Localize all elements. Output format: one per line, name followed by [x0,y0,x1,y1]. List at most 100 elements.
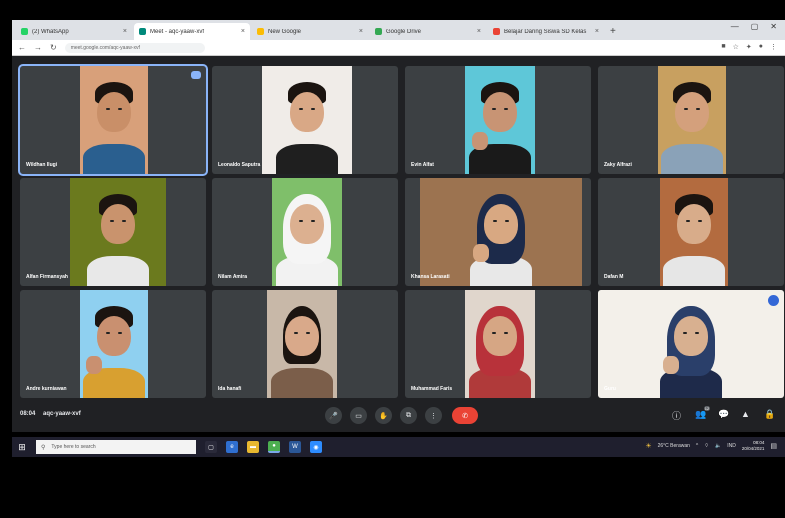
participant-name: Evin Alfat [411,162,434,168]
participant-name: Zaky Alfrazi [604,162,632,168]
tab-close-icon[interactable]: × [359,28,363,35]
url-field[interactable]: meet.google.com/aqc-yaaw-xvf [64,42,205,53]
eye [122,220,126,222]
camera-permission-icon[interactable]: ■ [721,43,725,51]
notification-icon[interactable]: ▤ [770,442,777,450]
participant-face [285,316,319,356]
participant-video [267,290,337,398]
participant-tile[interactable]: Ida hanafi [212,290,398,398]
participant-body [271,368,333,398]
more-button[interactable]: ⋮ [425,407,442,424]
present-button[interactable]: ⧉ [400,407,417,424]
volume-icon[interactable]: 🔈 [715,443,721,449]
participant-body [87,256,149,286]
phone-hangup-icon: ✆ [462,412,468,420]
browser-tab[interactable]: Google Drive × [370,23,486,40]
start-button[interactable]: ⊞ [14,442,30,453]
browser-tab[interactable]: New Google × [252,23,368,40]
eye [493,220,497,222]
browser-tab[interactable]: Meet - aqc-yaaw-xvf × [134,23,250,40]
weather-icon[interactable]: ☀ [645,442,651,450]
camera-icon: ▭ [355,412,362,420]
tab-title: Belajar Daring Siswa SD Kelas [504,28,587,35]
search-placeholder: Type here to search [51,444,96,450]
clock-date: 20/04/2021 [741,446,765,451]
taskbar-clock[interactable]: 08:04 20/04/2021 [742,440,765,452]
chevron-up-icon[interactable]: ^ [696,443,698,449]
tab-favicon-icon [21,28,28,35]
participant-tile[interactable]: Evin Alfat [405,66,591,174]
eye [118,108,122,110]
weather-text[interactable]: 26°C Berawan [658,443,690,449]
camera-button[interactable]: ▭ [350,407,367,424]
participant-tile[interactable]: Leonaldo Saputra [212,66,398,174]
menu-kebab-icon[interactable]: ⋮ [770,43,777,51]
chat-button[interactable]: 💬 [718,409,729,420]
tab-close-icon[interactable]: × [241,28,245,35]
participant-face [290,92,324,132]
participant-name: Guru [604,386,616,392]
participant-tile[interactable]: Muhammad Faris [405,290,591,398]
raise-hand-button[interactable]: ✋ [375,407,392,424]
taskbar-app-zoom-icon[interactable]: ◉ [310,441,322,453]
meet-video-grid: Wildhan Ilugi Leonaldo Saputra Evin Alfat Z… [12,56,785,432]
participant-name: Alfan Firmansyah [26,274,68,280]
taskbar-search-input[interactable]: ⚲ Type here to search [36,440,196,454]
participant-face [484,204,518,244]
activities-button[interactable]: ▲ [741,409,750,419]
language-indicator[interactable]: IND [727,443,736,449]
eye [683,332,687,334]
maximize-icon[interactable]: ▢ [751,22,759,31]
taskbar-app-file-explorer-icon[interactable]: ▬ [247,441,259,453]
participant-tile[interactable]: Wildhan Ilugi [18,64,208,176]
taskbar-app-task-view-icon[interactable]: ▢ [205,441,217,453]
tab-close-icon[interactable]: × [595,28,599,35]
tab-close-icon[interactable]: × [477,28,481,35]
participant-tile[interactable]: Andre kurniawan [20,290,206,398]
url-text: meet.google.com/aqc-yaaw-xvf [70,44,140,51]
network-icon[interactable]: ⌔ [704,443,709,449]
info-button[interactable]: ⓘ [672,409,681,422]
browser-tab[interactable]: (2) WhatsApp × [16,23,132,40]
end-call-button[interactable]: ✆ [452,407,478,424]
participant-tile[interactable]: Dafan M [598,178,784,286]
participant-name: Wildhan Ilugi [26,162,58,168]
bookmark-star-icon[interactable]: ☆ [733,43,739,51]
mic-button[interactable]: 🎤 [325,407,342,424]
taskbar-app-word-icon[interactable]: W [289,441,301,453]
back-icon[interactable]: ← [18,43,26,52]
participant-face [483,92,517,132]
participant-video [272,178,342,286]
participant-tile[interactable]: Khansa Larasati [405,178,591,286]
participant-video [420,178,582,286]
people-button[interactable]: 👥 12 [695,406,711,420]
new-tab-button[interactable]: + [610,23,616,40]
taskbar-app-edge-icon[interactable]: e [226,441,238,453]
reload-icon[interactable]: ↻ [50,43,57,52]
browser-tab[interactable]: Belajar Daring Siswa SD Kelas × [488,23,604,40]
participant-tile[interactable]: Nilam Amira [212,178,398,286]
tab-title: Meet - aqc-yaaw-xvf [150,28,205,35]
extensions-icon[interactable]: ✦ [746,43,752,51]
participant-video [80,290,148,398]
forward-icon[interactable]: → [34,43,42,52]
participant-tile[interactable]: Alfan Firmansyah [20,178,206,286]
tab-close-icon[interactable]: × [123,28,127,35]
participant-tile[interactable]: Zaky Alfrazi [598,66,784,174]
lock-button[interactable]: 🔒 [764,409,775,420]
tab-favicon-icon [139,28,146,35]
eye [695,332,699,334]
eye [299,108,303,110]
audio-indicator-icon [768,295,779,306]
participant-body [276,144,338,174]
minimize-icon[interactable]: — [731,22,739,31]
participant-name: Nilam Amira [218,274,247,280]
participant-hand [472,132,488,150]
participant-name: Dafan M [604,274,624,280]
profile-avatar-icon[interactable]: ● [759,43,763,51]
present-icon: ⧉ [406,411,411,419]
close-icon[interactable]: ✕ [770,22,777,31]
taskbar-app-chrome-icon[interactable]: ● [268,441,280,453]
participant-tile[interactable]: Guru [598,290,784,398]
participant-name: Muhammad Faris [411,386,453,392]
